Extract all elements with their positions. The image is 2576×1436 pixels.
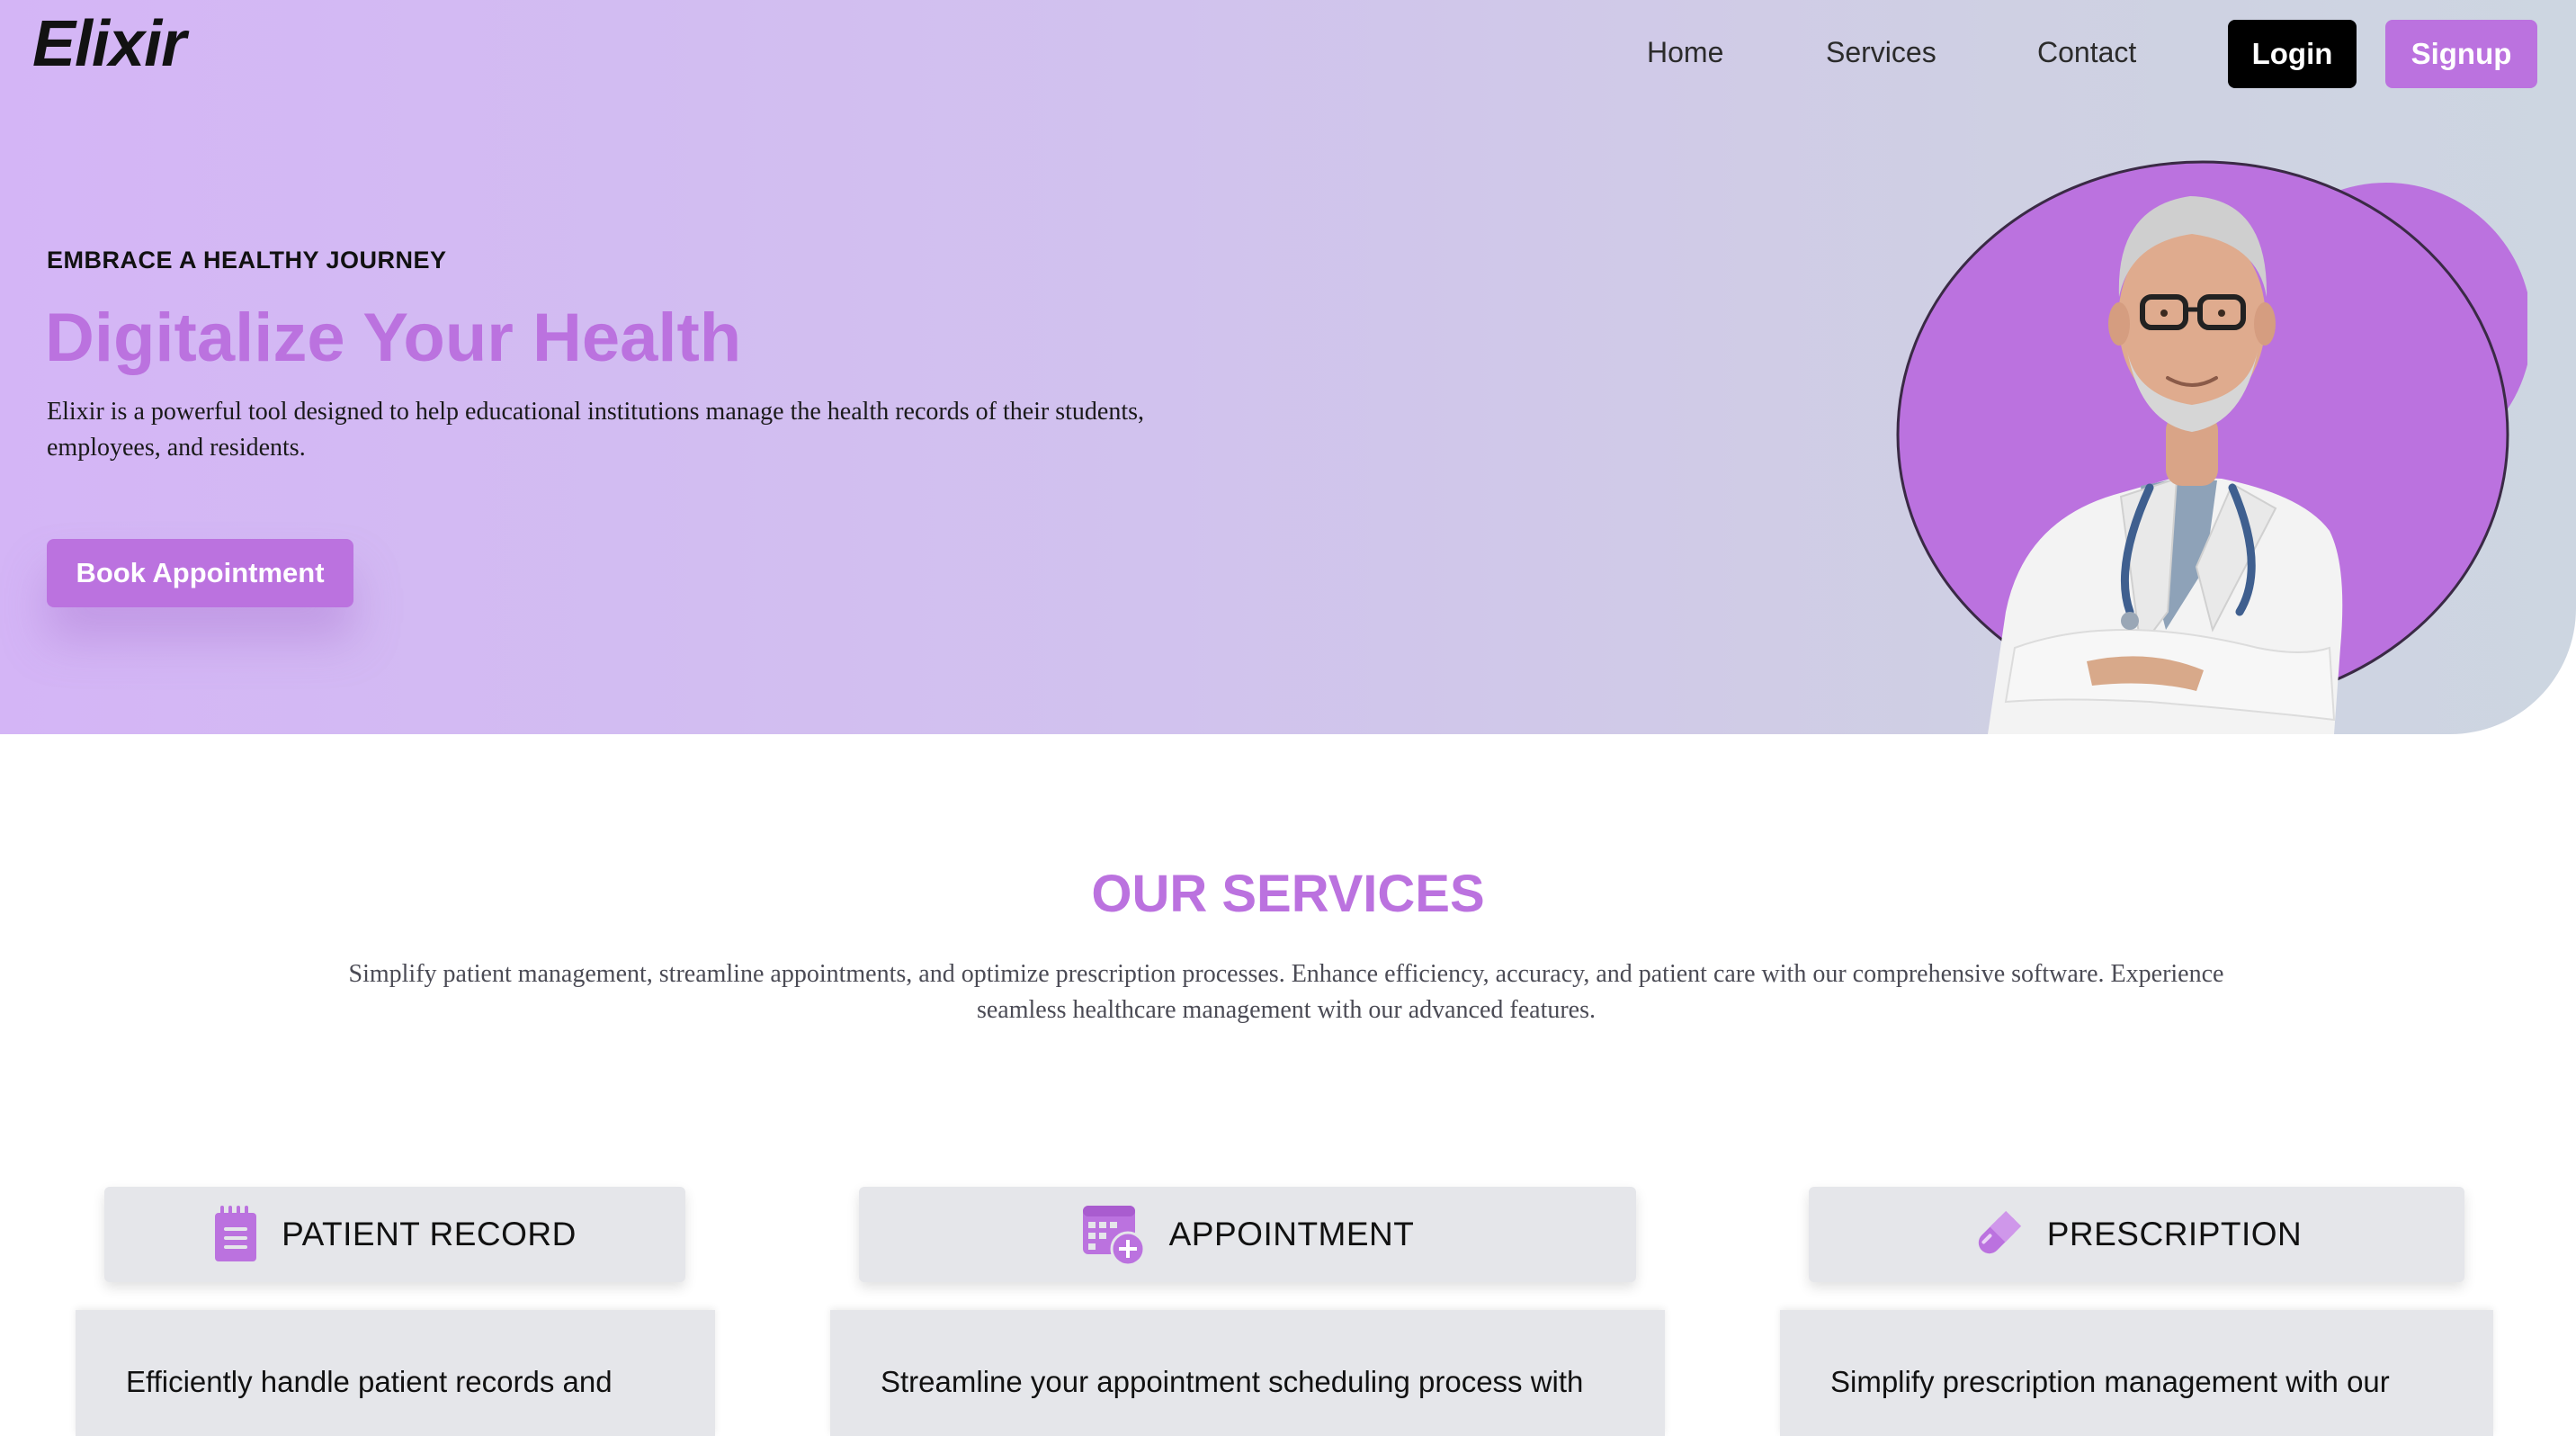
doctor-portrait-image <box>1896 160 2527 734</box>
hero-title: Digitalize Your Health <box>45 300 742 376</box>
pill-icon <box>1972 1208 2024 1261</box>
services-title: OUR SERVICES <box>1091 865 1485 923</box>
service-card-label: PRESCRIPTION <box>2046 1216 2303 1252</box>
nav-link-services[interactable]: Services <box>1826 36 1936 69</box>
calendar-plus-icon <box>1081 1202 1146 1267</box>
book-appointment-button[interactable]: Book Appointment <box>47 539 353 607</box>
brand-logo[interactable]: Elixir <box>32 7 186 81</box>
service-card-label: PATIENT RECORD <box>282 1216 577 1252</box>
nav-link-contact[interactable]: Contact <box>2037 36 2136 69</box>
nav-link-home[interactable]: Home <box>1647 36 1723 69</box>
service-card-appointment-body: Streamline your appointment scheduling p… <box>830 1310 1665 1436</box>
hero-eyebrow: EMBRACE A HEALTHY JOURNEY <box>47 247 447 274</box>
service-card-patient-record-body: Efficiently handle patient records and <box>76 1310 715 1436</box>
service-card-label: APPOINTMENT <box>1168 1216 1415 1252</box>
hero-section: Elixir Home Services Contact Login Signu… <box>0 0 2576 734</box>
login-button[interactable]: Login <box>2228 20 2357 88</box>
service-card-appointment-header[interactable]: APPOINTMENT <box>859 1187 1636 1282</box>
services-description: Simplify patient management, streamline … <box>348 960 2224 1024</box>
service-card-patient-record-header[interactable]: PATIENT RECORD <box>104 1187 685 1282</box>
signup-button[interactable]: Signup <box>2385 20 2537 88</box>
service-card-prescription-body: Simplify prescription management with ou… <box>1780 1310 2493 1436</box>
service-card-prescription-header[interactable]: PRESCRIPTION <box>1809 1187 2464 1282</box>
notepad-icon <box>213 1206 258 1263</box>
hero-description: Elixir is a powerful tool designed to he… <box>47 398 1145 462</box>
